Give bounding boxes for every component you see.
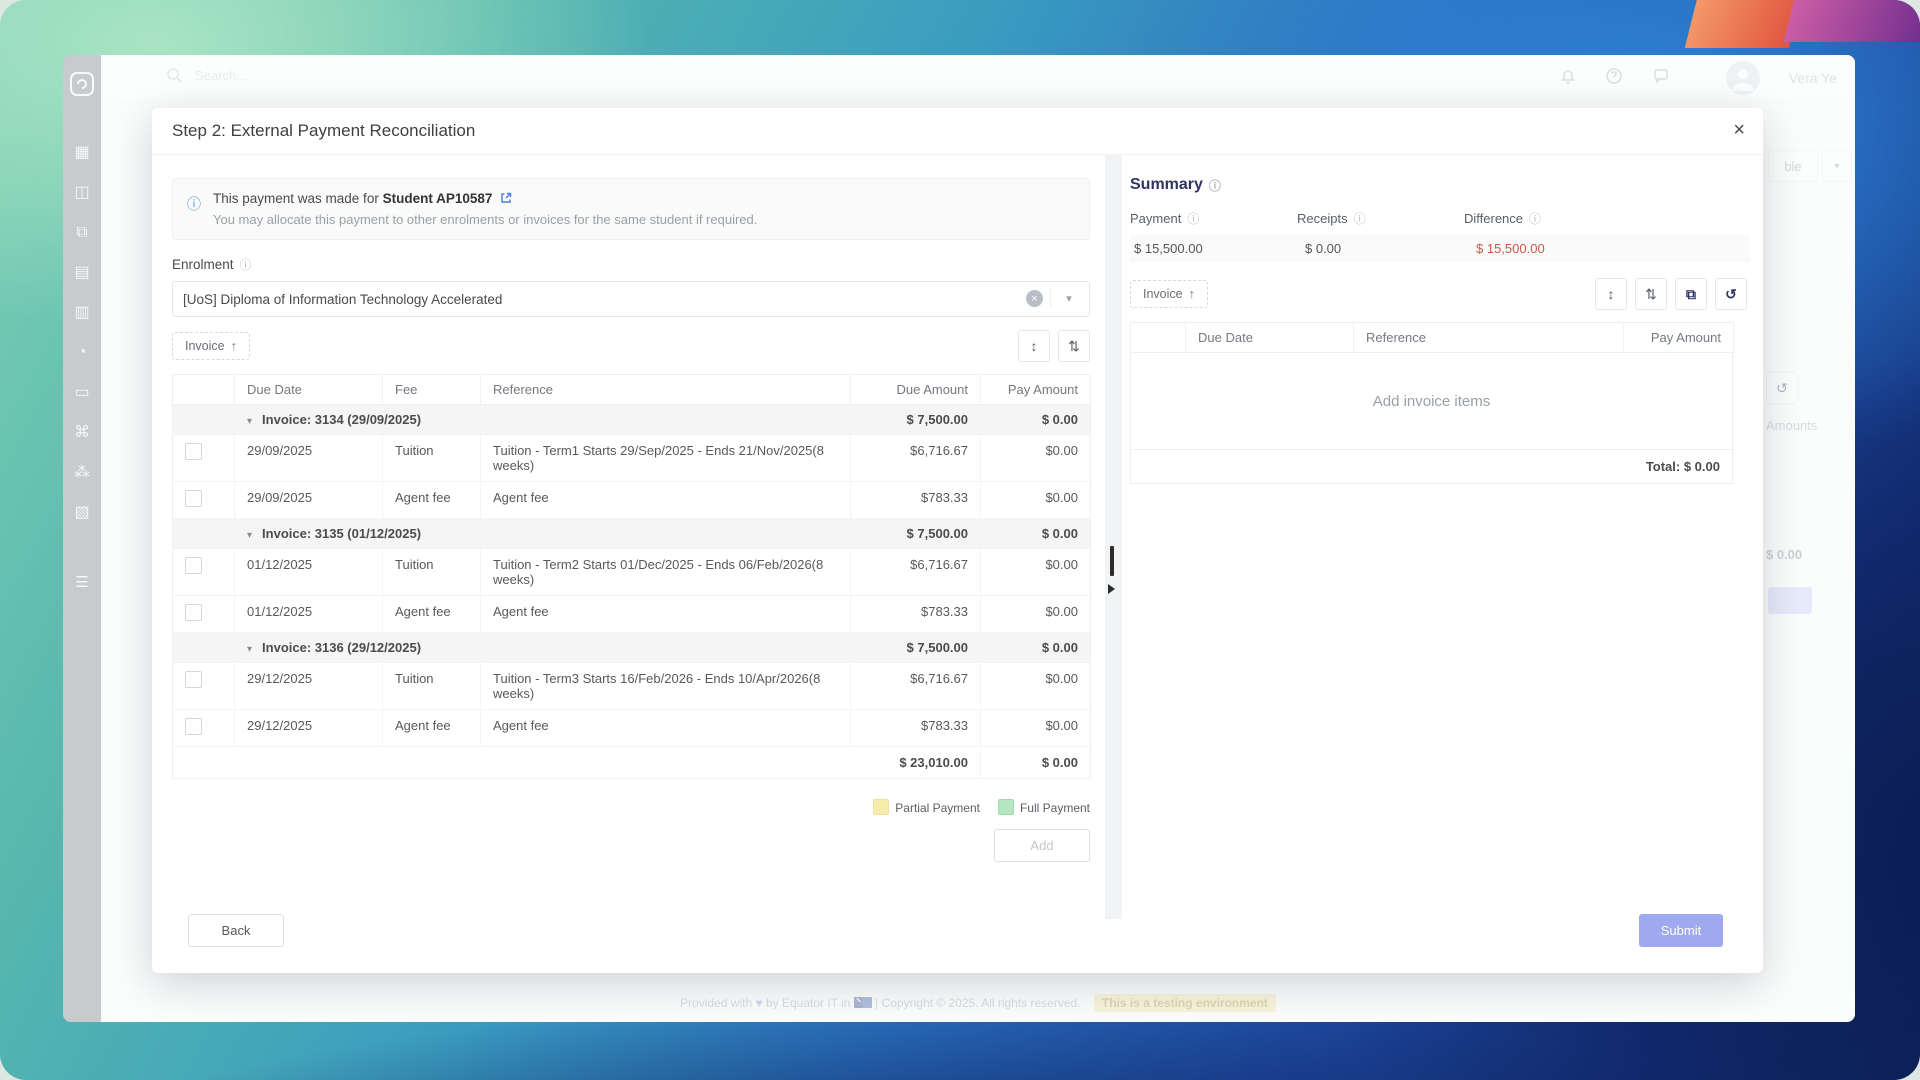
info-icon: ⓘ — [1353, 212, 1366, 226]
banner-subtext: You may allocate this payment to other e… — [213, 212, 758, 227]
table-row: 29/09/2025 Agent fee Agent fee $783.33 $… — [172, 481, 1091, 519]
summary-title: Summary — [1130, 176, 1203, 193]
table-row: 29/12/2025 Tuition Tuition - Term3 Start… — [172, 662, 1091, 710]
col-due-amount: Due Amount — [850, 374, 981, 405]
info-icon: ⓘ — [239, 258, 252, 272]
col-fee: Fee — [382, 374, 481, 405]
expand-all-button[interactable]: ↕ — [1018, 330, 1050, 362]
chip-label: Invoice — [185, 339, 225, 353]
summary-invoice-table: Due Date Reference Pay Amount Add invoic… — [1130, 322, 1750, 484]
collapse-group-icon[interactable]: ▾ — [247, 530, 252, 541]
difference-value: $ 15,500.00 — [1476, 241, 1545, 256]
wallpaper-magenta-ribbon — [1783, 0, 1920, 42]
payment-value: $ 15,500.00 — [1134, 241, 1203, 256]
sort-ascending-icon: ↑ — [1188, 287, 1195, 301]
row-checkbox[interactable] — [185, 443, 202, 460]
row-checkbox[interactable] — [185, 671, 202, 688]
table-row: 29/12/2025 Agent fee Agent fee $783.33 $… — [172, 709, 1091, 747]
col-reference: Reference — [480, 374, 851, 405]
submit-button[interactable]: Submit — [1639, 914, 1723, 947]
external-link-icon[interactable] — [500, 192, 512, 204]
invoice-group-row: ▾ Invoice: 3136 (29/12/2025) $ 7,500.00 $… — [172, 632, 1091, 663]
desktop: ▦ ◫ ⧉ ▤ ▥ ◔ ▭ ⌘ ⁂ ▧ ☰ — [0, 0, 1920, 1080]
row-checkbox[interactable] — [185, 604, 202, 621]
pane-splitter — [1105, 154, 1122, 919]
payment-reconciliation-modal: Step 2: External Payment Reconciliation … — [152, 108, 1763, 973]
invoice-items-table: Due Date Fee Reference Due Amount Pay Am… — [172, 374, 1091, 779]
add-button[interactable]: Add — [994, 829, 1090, 862]
info-icon: ⓘ — [1208, 178, 1221, 193]
row-checkbox[interactable] — [185, 490, 202, 507]
table-header-row: Due Date Reference Pay Amount — [1130, 322, 1734, 353]
copy-items-button[interactable]: ⧉ — [1675, 278, 1707, 310]
full-payment-swatch — [997, 799, 1014, 815]
summary-pane: Summary ⓘ Payment ⓘ Receipts ⓘ Difference ⓘ… — [1130, 154, 1750, 913]
chip-label: Invoice — [1143, 287, 1183, 301]
col-due-date: Due Date — [234, 374, 383, 405]
totals-row: $ 23,010.00 $ 0.00 — [172, 746, 1091, 779]
splitter-drag-handle[interactable] — [1110, 546, 1114, 576]
invoice-group-row: ▾ Invoice: 3135 (01/12/2025) $ 7,500.00 $… — [172, 518, 1091, 549]
empty-table-placeholder: Add invoice items — [1130, 353, 1733, 449]
col-pay-amount: Pay Amount — [1623, 322, 1734, 353]
col-pay-amount: Pay Amount — [980, 374, 1091, 405]
row-checkbox[interactable] — [185, 718, 202, 735]
collapse-group-icon[interactable]: ▾ — [247, 416, 252, 427]
student-info-banner: ⓘ This payment was made for Student AP10… — [172, 178, 1090, 240]
chevron-down-icon[interactable]: ▾ — [1050, 288, 1079, 308]
receipts-value: $ 0.00 — [1305, 241, 1342, 256]
clear-icon[interactable]: × — [1026, 290, 1043, 307]
collapse-all-button[interactable]: ⇅ — [1058, 330, 1090, 362]
partial-payment-swatch — [873, 799, 890, 815]
table-header-row: Due Date Fee Reference Due Amount Pay Am… — [172, 374, 1091, 405]
allocation-pane: ⓘ This payment was made for Student AP10… — [172, 154, 1091, 913]
collapse-group-icon[interactable]: ▾ — [247, 644, 252, 655]
table-row: 01/12/2025 Tuition Tuition - Term2 Start… — [172, 548, 1091, 596]
col-reference: Reference — [1353, 322, 1624, 353]
sort-ascending-icon: ↑ — [230, 339, 237, 353]
enrolment-select[interactable]: [UoS] Diploma of Information Technology … — [172, 281, 1090, 317]
expand-all-button[interactable]: ↕ — [1595, 278, 1627, 310]
difference-label: Difference — [1464, 211, 1524, 226]
row-checkbox[interactable] — [185, 557, 202, 574]
enrolment-value: [UoS] Diploma of Information Technology … — [183, 291, 503, 307]
info-icon: ⓘ — [1529, 212, 1542, 226]
invoice-sort-chip[interactable]: Invoice ↑ — [1130, 280, 1208, 308]
modal-header: Step 2: External Payment Reconciliation … — [152, 108, 1763, 155]
enrolment-label: Enrolment — [172, 257, 234, 272]
receipts-label: Receipts — [1297, 211, 1348, 226]
summary-total: Total: $ 0.00 — [1130, 449, 1733, 484]
info-icon: ⓘ — [187, 196, 201, 212]
collapse-all-button[interactable]: ⇅ — [1635, 278, 1667, 310]
col-due-date: Due Date — [1185, 322, 1354, 353]
payment-label: Payment — [1130, 211, 1182, 226]
close-icon[interactable]: × — [1733, 118, 1745, 142]
modal-title: Step 2: External Payment Reconciliation — [172, 121, 476, 140]
banner-text: This payment was made for — [213, 191, 379, 206]
table-row: 01/12/2025 Agent fee Agent fee $783.33 $… — [172, 595, 1091, 633]
table-row: 29/09/2025 Tuition Tuition - Term1 Start… — [172, 434, 1091, 482]
invoice-sort-chip[interactable]: Invoice ↑ — [172, 332, 250, 360]
payment-legend: Partial Payment Full Payment — [172, 799, 1090, 815]
splitter-collapse-arrow-icon[interactable] — [1108, 584, 1115, 594]
back-button[interactable]: Back — [188, 914, 284, 947]
reset-button[interactable]: ↺ — [1715, 278, 1747, 310]
info-icon: ⓘ — [1187, 212, 1200, 226]
invoice-group-row: ▾ Invoice: 3134 (29/09/2025) $ 7,500.00 $… — [172, 404, 1091, 435]
student-link[interactable]: Student AP10587 — [383, 191, 493, 206]
summary-values-row: $ 15,500.00 $ 0.00 $ 15,500.00 — [1130, 235, 1750, 262]
